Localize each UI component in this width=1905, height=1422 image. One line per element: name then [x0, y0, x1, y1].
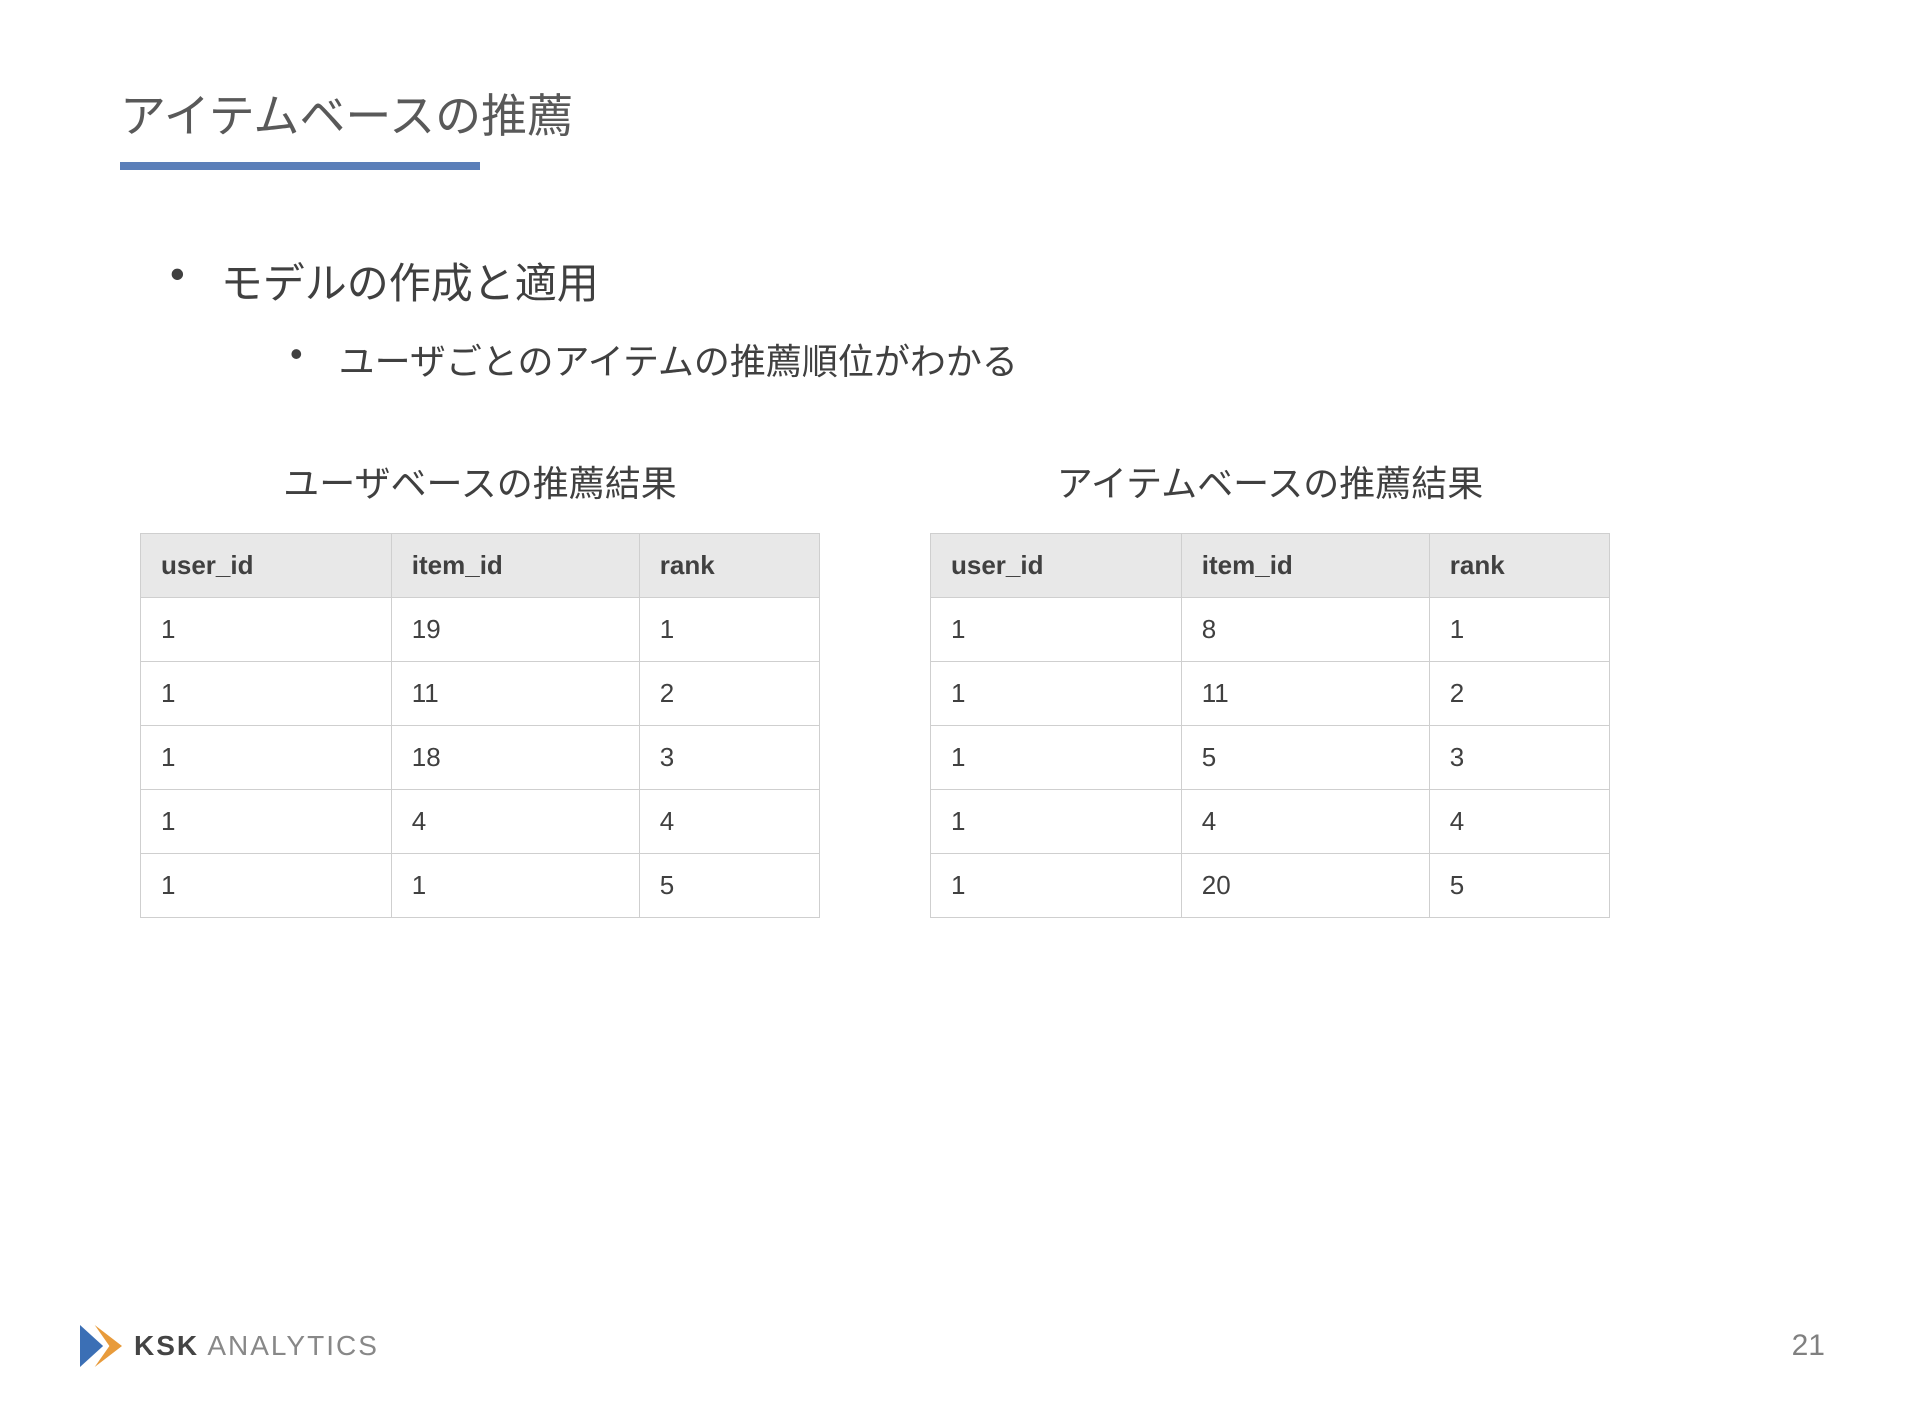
table-cell: 4 — [1429, 790, 1609, 854]
table-cell: 1 — [931, 854, 1182, 918]
bullet-level-1: • モデルの作成と適用 — [180, 250, 1785, 311]
table-cell: 11 — [1181, 662, 1429, 726]
bullet-level-2: • ユーザごとのアイテムの推薦順位がわかる — [290, 333, 1785, 385]
table-cell: 5 — [1181, 726, 1429, 790]
table-header-cell: rank — [639, 534, 819, 598]
table-cell: 1 — [141, 854, 392, 918]
table-header-row: user_id item_id rank — [141, 534, 820, 598]
table-cell: 1 — [141, 790, 392, 854]
table-cell: 1 — [931, 726, 1182, 790]
table-cell: 5 — [639, 854, 819, 918]
table-block-right: アイテムベースの推薦結果 user_id item_id rank 1 8 1 — [930, 455, 1610, 918]
table-header-row: user_id item_id rank — [931, 534, 1610, 598]
table-cell: 4 — [639, 790, 819, 854]
table-cell: 2 — [1429, 662, 1609, 726]
title-block: アイテムベースの推薦 — [120, 80, 1785, 170]
table-cell: 1 — [639, 598, 819, 662]
table-cell: 1 — [141, 598, 392, 662]
table-cell: 2 — [639, 662, 819, 726]
table-cell: 8 — [1181, 598, 1429, 662]
table-row: 1 4 4 — [141, 790, 820, 854]
logo-text: KSK ANALYTICS — [134, 1330, 379, 1362]
table-row: 1 11 2 — [141, 662, 820, 726]
table-row: 1 8 1 — [931, 598, 1610, 662]
table-caption: アイテムベースの推薦結果 — [930, 455, 1610, 507]
table-row: 1 1 5 — [141, 854, 820, 918]
page-title: アイテムベースの推薦 — [120, 80, 1785, 146]
bullet-list: • モデルの作成と適用 • ユーザごとのアイテムの推薦順位がわかる — [180, 250, 1785, 385]
table-cell: 5 — [1429, 854, 1609, 918]
table-header-cell: user_id — [141, 534, 392, 598]
table-cell: 1 — [931, 598, 1182, 662]
bullet-text: ユーザごとのアイテムの推薦順位がわかる — [339, 333, 1018, 385]
table-cell: 1 — [1429, 598, 1609, 662]
table-cell: 1 — [141, 662, 392, 726]
table-cell: 1 — [141, 726, 392, 790]
item-based-table: user_id item_id rank 1 8 1 1 11 2 — [930, 533, 1610, 918]
user-based-table: user_id item_id rank 1 19 1 1 11 2 — [140, 533, 820, 918]
table-caption: ユーザベースの推薦結果 — [140, 455, 820, 507]
table-row: 1 5 3 — [931, 726, 1610, 790]
table-cell: 18 — [391, 726, 639, 790]
table-row: 1 19 1 — [141, 598, 820, 662]
tables-row: ユーザベースの推薦結果 user_id item_id rank 1 19 1 — [140, 455, 1785, 918]
table-header-cell: item_id — [391, 534, 639, 598]
table-cell: 1 — [931, 790, 1182, 854]
table-row: 1 20 5 — [931, 854, 1610, 918]
table-row: 1 18 3 — [141, 726, 820, 790]
logo-text-light: ANALYTICS — [199, 1330, 379, 1361]
page-number: 21 — [1792, 1329, 1825, 1363]
table-row: 1 11 2 — [931, 662, 1610, 726]
table-cell: 1 — [931, 662, 1182, 726]
logo-text-bold: KSK — [134, 1330, 199, 1361]
bullet-dot-icon: • — [290, 333, 303, 375]
footer: KSK ANALYTICS 21 — [80, 1325, 1825, 1367]
table-cell: 19 — [391, 598, 639, 662]
logo-mark-icon — [80, 1325, 122, 1367]
table-row: 1 4 4 — [931, 790, 1610, 854]
table-cell: 3 — [639, 726, 819, 790]
table-block-left: ユーザベースの推薦結果 user_id item_id rank 1 19 1 — [140, 455, 820, 918]
logo: KSK ANALYTICS — [80, 1325, 379, 1367]
table-cell: 11 — [391, 662, 639, 726]
slide: アイテムベースの推薦 • モデルの作成と適用 • ユーザごとのアイテムの推薦順位… — [0, 0, 1905, 1422]
table-cell: 1 — [391, 854, 639, 918]
bullet-dot-icon: • — [170, 250, 185, 298]
table-cell: 4 — [391, 790, 639, 854]
bullet-text: モデルの作成と適用 — [221, 250, 599, 311]
table-header-cell: item_id — [1181, 534, 1429, 598]
table-cell: 4 — [1181, 790, 1429, 854]
table-header-cell: rank — [1429, 534, 1609, 598]
table-header-cell: user_id — [931, 534, 1182, 598]
table-cell: 3 — [1429, 726, 1609, 790]
title-underline — [120, 162, 480, 170]
table-cell: 20 — [1181, 854, 1429, 918]
